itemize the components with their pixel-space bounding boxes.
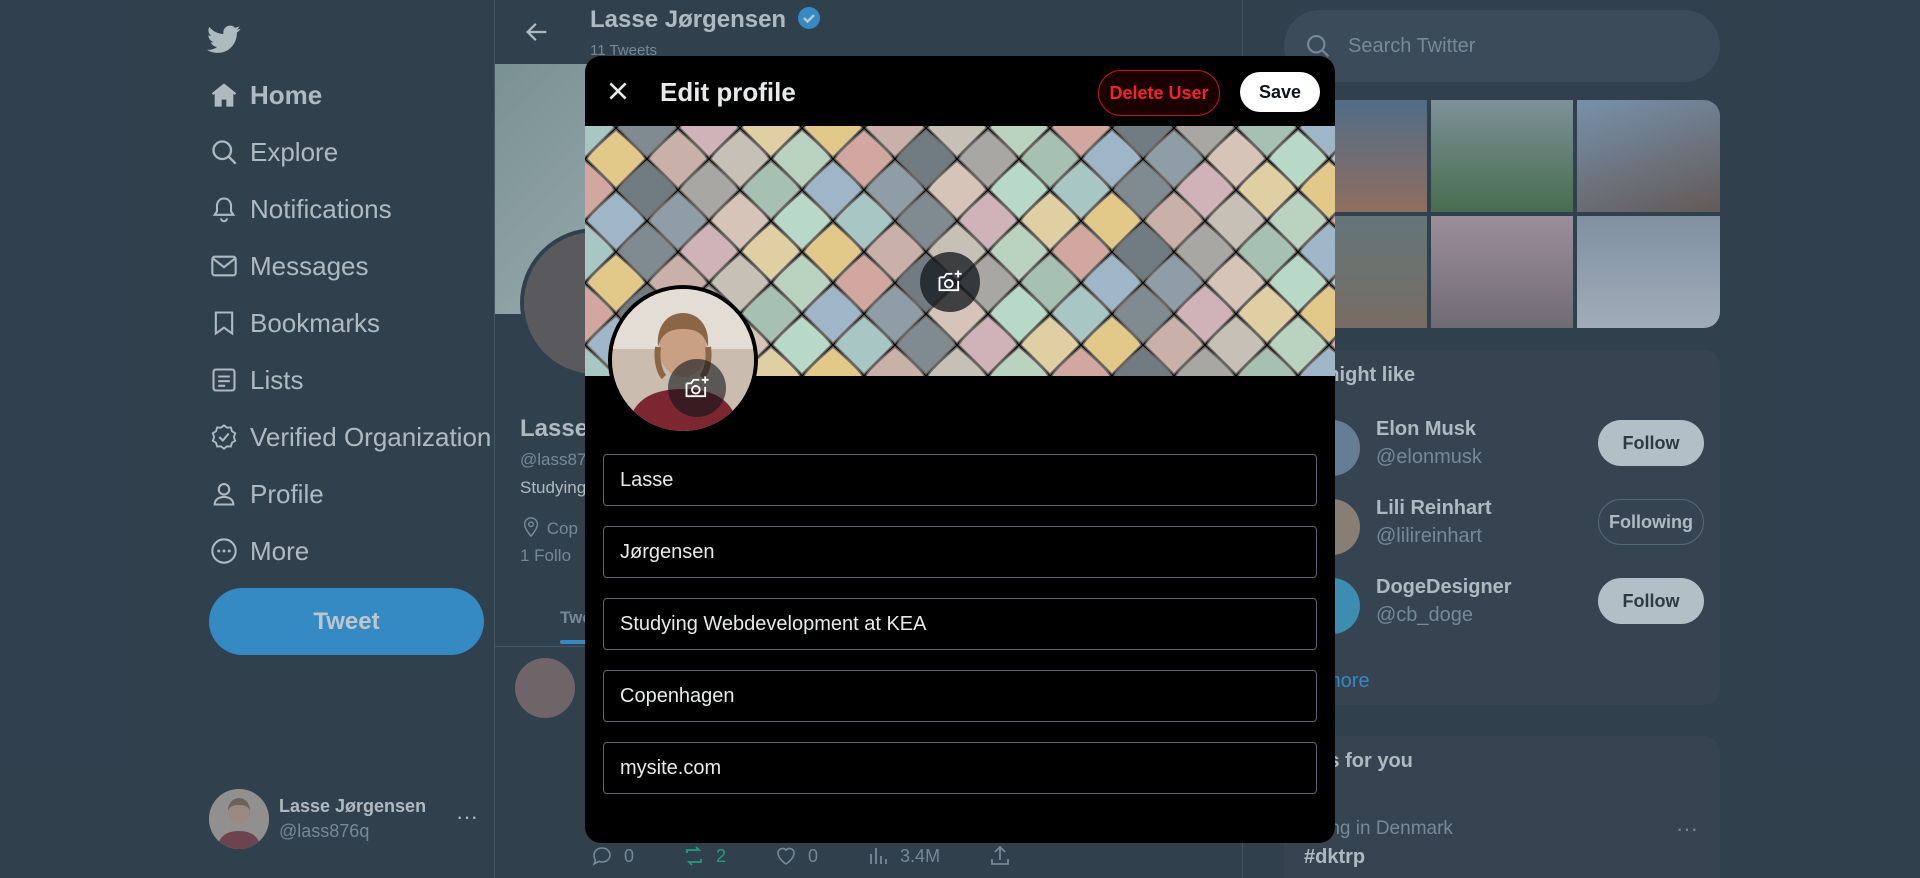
- first-name-field[interactable]: [603, 454, 1317, 506]
- bio-field[interactable]: [603, 598, 1317, 650]
- add-avatar-photo-icon[interactable]: [668, 359, 726, 417]
- modal-header: Edit profile Delete User Save: [585, 56, 1335, 126]
- last-name-field[interactable]: [603, 526, 1317, 578]
- bio-input[interactable]: [604, 599, 1316, 649]
- save-button[interactable]: Save: [1240, 72, 1320, 112]
- first-name-input[interactable]: [604, 455, 1316, 505]
- delete-user-button[interactable]: Delete User: [1098, 70, 1220, 116]
- location-input[interactable]: [604, 671, 1316, 721]
- close-icon[interactable]: [599, 72, 637, 110]
- modal-title: Edit profile: [660, 77, 796, 107]
- add-banner-photo-icon[interactable]: [920, 252, 980, 312]
- location-field[interactable]: [603, 670, 1317, 722]
- website-input[interactable]: [604, 743, 1316, 793]
- website-field[interactable]: [603, 742, 1317, 794]
- edit-profile-modal: Edit profile Delete User Save: [585, 56, 1335, 843]
- last-name-input[interactable]: [604, 527, 1316, 577]
